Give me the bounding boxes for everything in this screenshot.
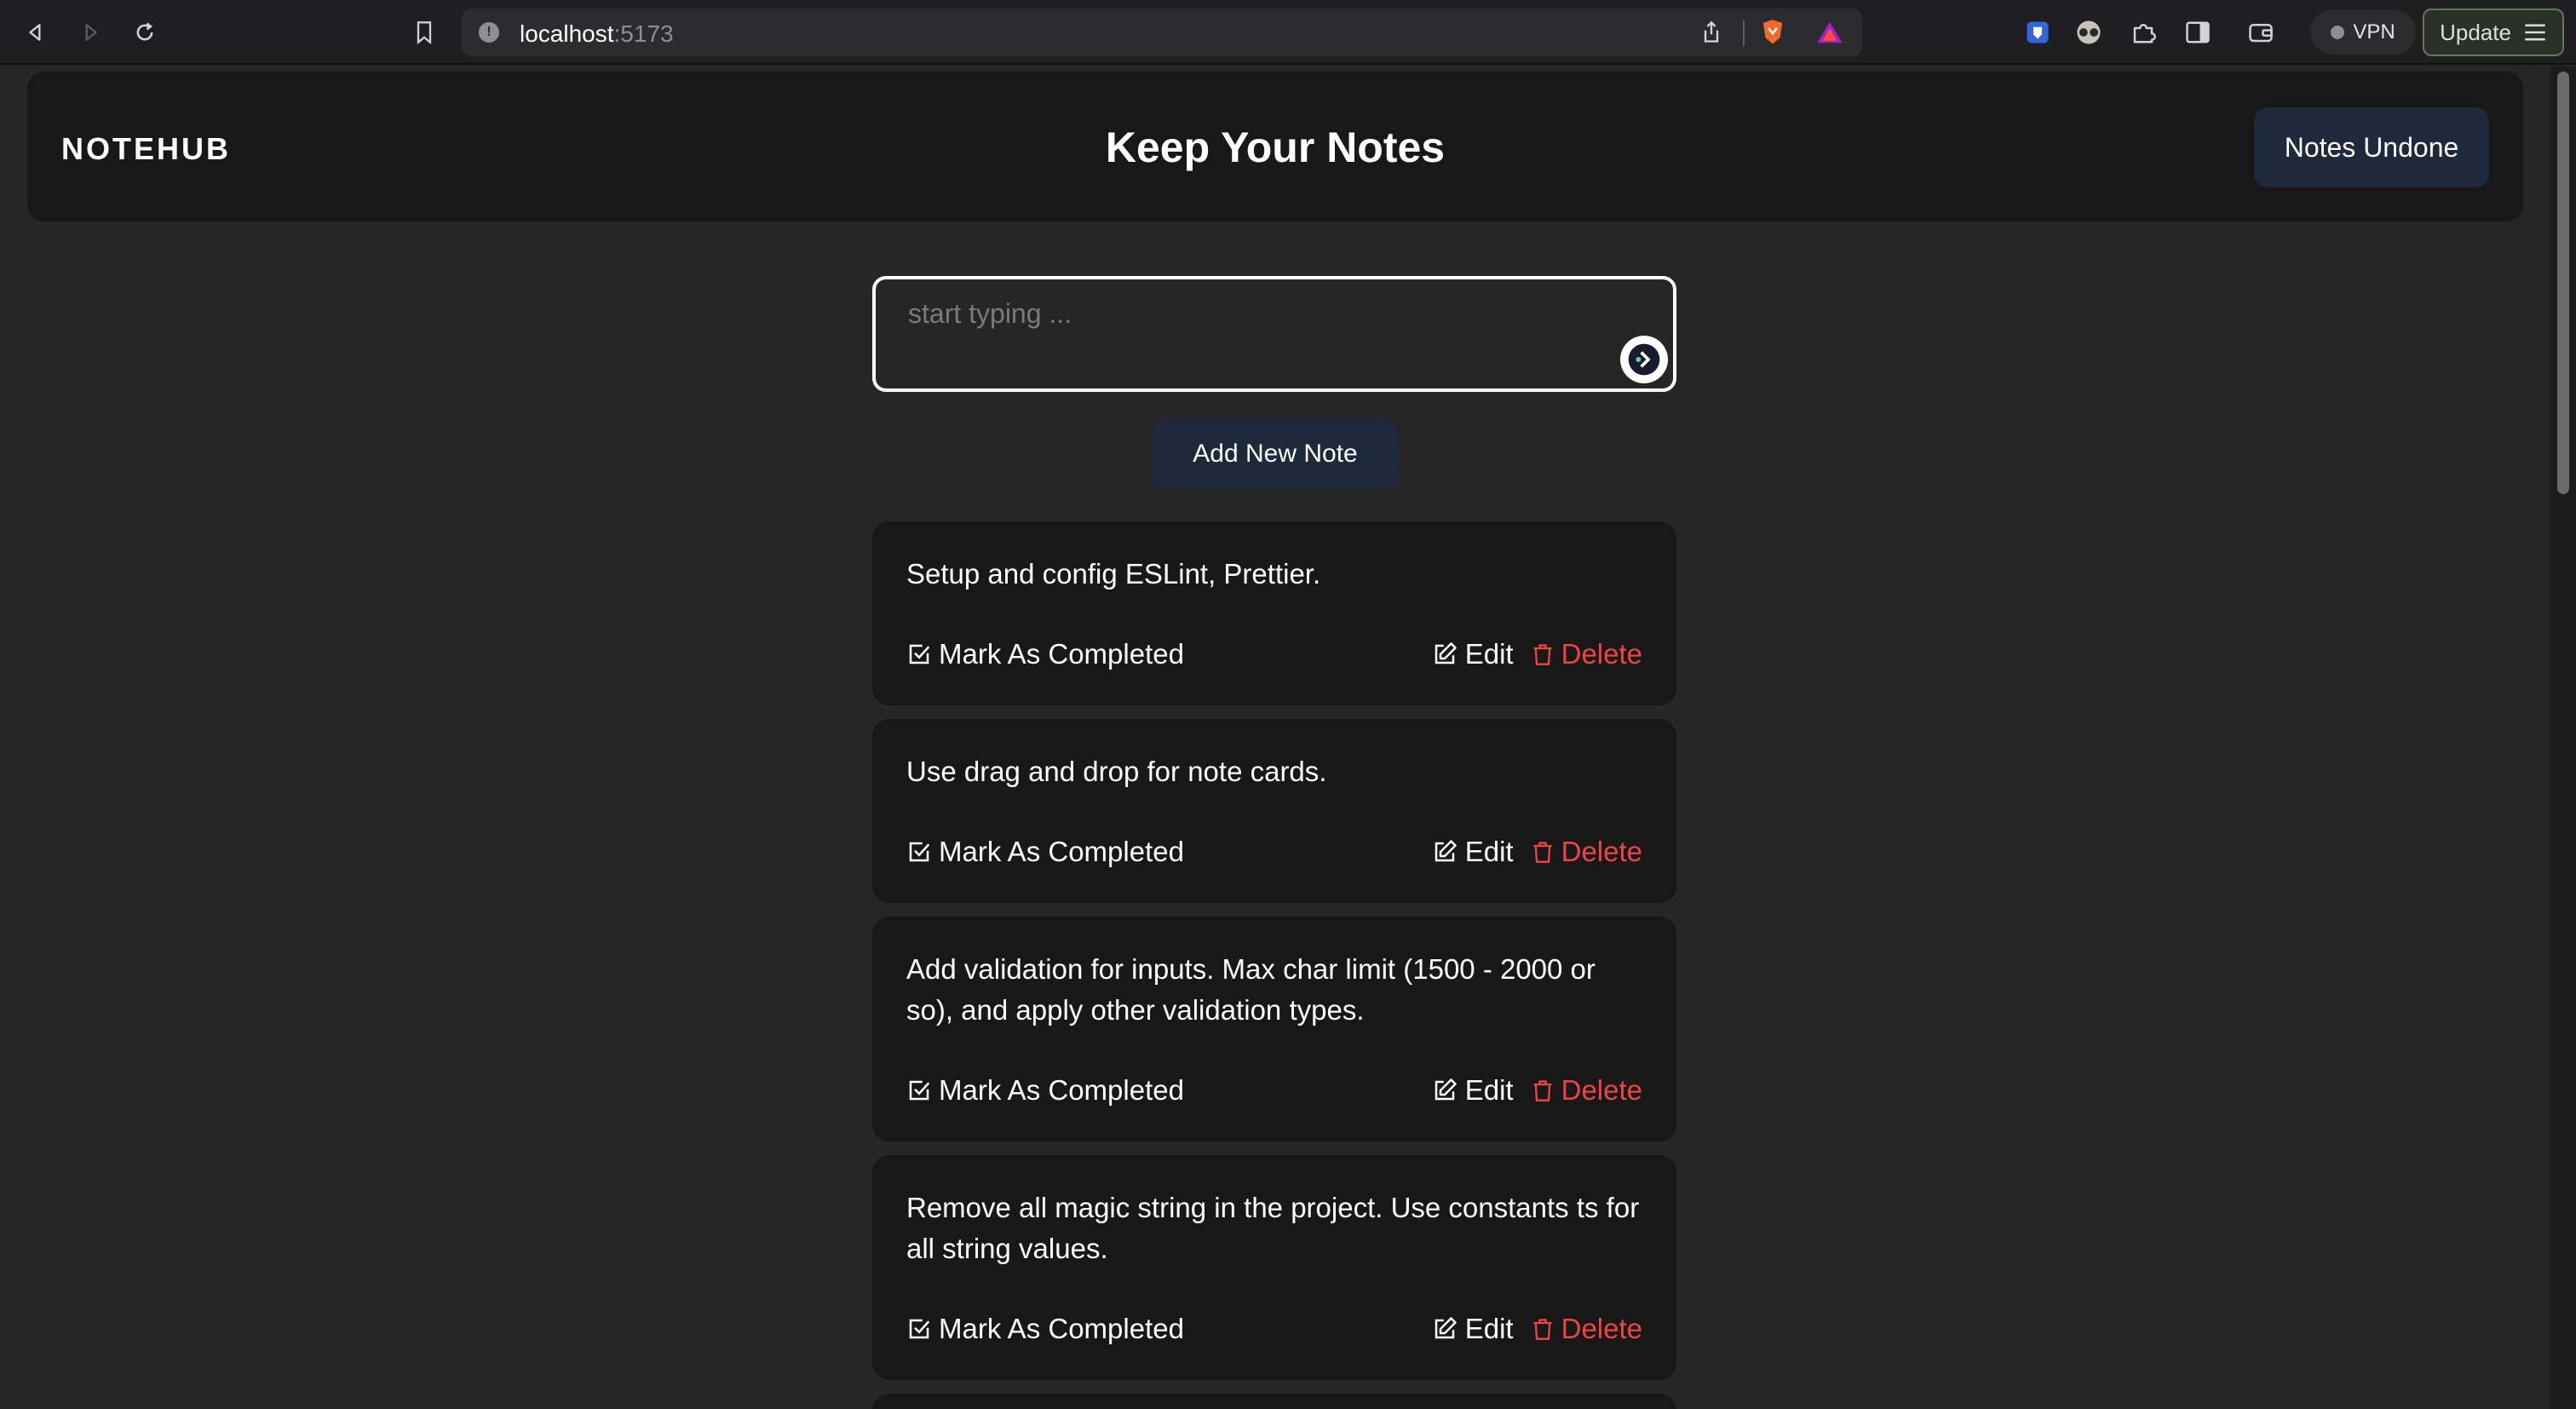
note-card: Remove all magic string in the project. …: [872, 1155, 1676, 1380]
page-title: Keep Your Notes: [1105, 124, 1446, 171]
note-card: Use drag and drop for note cards. Mark A…: [872, 719, 1676, 903]
mark-completed-button[interactable]: Mark As Completed: [906, 638, 1184, 670]
browser-toolbar: ! localhost:5173 VPN Update: [0, 0, 2576, 65]
site-info-icon[interactable]: !: [479, 22, 499, 43]
extension-spy-icon[interactable]: [2072, 15, 2106, 49]
edit-button[interactable]: Edit: [1431, 1313, 1514, 1345]
mark-completed-button[interactable]: Mark As Completed: [906, 1313, 1184, 1345]
address-bar[interactable]: ! localhost:5173: [462, 9, 1862, 56]
note-text: Use drag and drop for note cards.: [906, 756, 1327, 787]
notes-undone-button[interactable]: Notes Undone: [2254, 107, 2489, 187]
share-icon[interactable]: [1700, 20, 1722, 44]
vpn-label: VPN: [2353, 20, 2395, 43]
mark-completed-label: Mark As Completed: [939, 1074, 1184, 1106]
note-card: Setup and config ESLint, Prettier. Mark …: [872, 521, 1676, 705]
vpn-status-icon: [2331, 26, 2345, 39]
note-text: Add validation for inputs. Max char limi…: [906, 953, 1596, 1026]
reload-icon[interactable]: [128, 15, 162, 49]
url-divider: [1743, 20, 1745, 46]
bookmark-icon[interactable]: [407, 15, 441, 49]
mark-completed-button[interactable]: Mark As Completed: [906, 836, 1184, 868]
delete-label: Delete: [1561, 1313, 1642, 1344]
wallet-icon[interactable]: [2244, 15, 2278, 49]
delete-label: Delete: [1561, 638, 1642, 670]
edit-label: Edit: [1464, 836, 1514, 867]
scrollbar-thumb[interactable]: [2557, 72, 2569, 494]
trash-icon: [1533, 842, 1552, 863]
delete-button[interactable]: Delete: [1531, 1074, 1642, 1107]
checkbox-icon: [909, 1319, 930, 1339]
back-icon[interactable]: [19, 15, 53, 49]
logo[interactable]: NOTEHUB: [61, 131, 231, 167]
vpn-button[interactable]: VPN: [2310, 10, 2416, 55]
edit-icon: [1435, 1317, 1457, 1339]
trash-icon: [1533, 644, 1552, 665]
delete-label: Delete: [1561, 1074, 1642, 1106]
note-input[interactable]: [876, 279, 1673, 388]
edit-icon: [1435, 642, 1457, 664]
edit-label: Edit: [1464, 638, 1514, 670]
sidebar-toggle-icon[interactable]: [2181, 15, 2215, 49]
delete-label: Delete: [1561, 836, 1642, 867]
edit-button[interactable]: Edit: [1431, 836, 1514, 868]
trash-icon: [1533, 1080, 1552, 1101]
mark-completed-label: Mark As Completed: [939, 638, 1184, 670]
trash-icon: [1533, 1319, 1552, 1340]
mark-completed-button[interactable]: Mark As Completed: [906, 1074, 1184, 1107]
mark-completed-label: Mark As Completed: [939, 1313, 1184, 1344]
checkbox-icon: [909, 1080, 930, 1101]
edit-icon: [1435, 840, 1457, 862]
note-card: Add validation for inputs. Max char limi…: [872, 917, 1676, 1142]
note-actions: Mark As Completed Edit Delete: [906, 833, 1642, 871]
edit-label: Edit: [1464, 1313, 1514, 1344]
grammar-assistant-icon[interactable]: [1620, 336, 1668, 383]
checkbox-icon: [909, 842, 930, 862]
brave-shield-icon[interactable]: [1760, 20, 1785, 44]
delete-button[interactable]: Delete: [1531, 638, 1642, 670]
extensions-puzzle-icon[interactable]: [2126, 15, 2160, 49]
note-actions: Mark As Completed Edit Delete: [906, 1072, 1642, 1109]
menu-icon: [2525, 24, 2545, 41]
brave-rewards-icon[interactable]: [1816, 20, 1843, 44]
delete-button[interactable]: Delete: [1531, 1313, 1642, 1345]
edit-label: Edit: [1464, 1074, 1514, 1106]
edit-icon: [1435, 1078, 1457, 1101]
add-new-note-button[interactable]: Add New Note: [1152, 419, 1399, 489]
checkbox-icon: [909, 644, 930, 664]
update-button[interactable]: Update: [2423, 9, 2564, 56]
note-input-container: [872, 276, 1676, 392]
edit-button[interactable]: Edit: [1431, 638, 1514, 670]
note-card: [872, 1394, 1676, 1409]
edit-button[interactable]: Edit: [1431, 1074, 1514, 1107]
note-actions: Mark As Completed Edit Delete: [906, 1310, 1642, 1348]
url-text: localhost:5173: [520, 20, 674, 47]
note-text: Remove all magic string in the project. …: [906, 1192, 1640, 1264]
mark-completed-label: Mark As Completed: [939, 836, 1184, 867]
note-text: Setup and config ESLint, Prettier.: [906, 558, 1321, 589]
note-actions: Mark As Completed Edit Delete: [906, 635, 1642, 673]
update-label: Update: [2440, 19, 2511, 45]
delete-button[interactable]: Delete: [1531, 836, 1642, 868]
app-header: NOTEHUB Keep Your Notes Notes Undone: [27, 72, 2523, 221]
extension-shield-icon[interactable]: [2021, 15, 2055, 49]
forward-icon[interactable]: [73, 15, 107, 49]
